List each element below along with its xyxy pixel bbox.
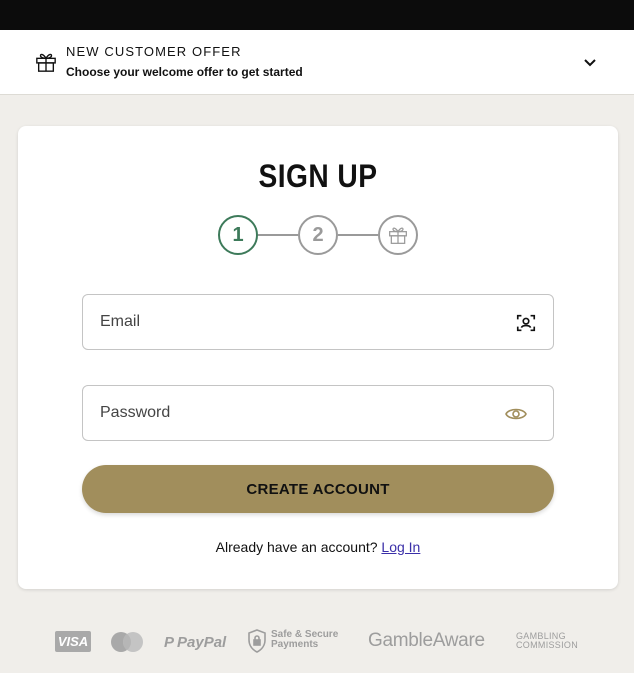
email-input[interactable] [100, 295, 500, 349]
step-connector [338, 234, 378, 236]
step-connector [258, 234, 298, 236]
top-bar [0, 0, 634, 30]
step-1: 1 [218, 215, 258, 255]
signup-card: SIGN UP 1 2 Email CREATE ACCOUNT Already… [18, 126, 618, 589]
create-account-button[interactable]: CREATE ACCOUNT [82, 465, 554, 513]
face-scan-icon[interactable] [515, 312, 537, 334]
password-field[interactable] [82, 385, 554, 441]
paypal-text: PayPal [177, 633, 227, 651]
gift-icon [36, 53, 56, 72]
chevron-down-icon[interactable] [582, 55, 598, 71]
gift-icon [389, 227, 407, 244]
visa-logo: VISA [55, 631, 91, 652]
step-2: 2 [298, 215, 338, 255]
password-input[interactable] [100, 386, 500, 440]
payment-footer: VISA P PayPal Safe & Secure Payments Gam… [0, 622, 634, 662]
login-link[interactable]: Log In [381, 539, 420, 555]
paypal-logo: P PayPal [164, 632, 226, 652]
paypal-p-icon: P [164, 633, 175, 651]
new-customer-offer-banner[interactable]: NEW CUSTOMER OFFER Choose your welcome o… [0, 30, 634, 95]
offer-text: NEW CUSTOMER OFFER Choose your welcome o… [66, 44, 303, 80]
secure-line-2: Payments [271, 639, 319, 650]
offer-title: NEW CUSTOMER OFFER [66, 44, 242, 59]
email-field[interactable] [82, 294, 554, 350]
step-3 [378, 215, 418, 255]
gambling-commission-logo: GAMBLING COMMISSION [516, 632, 578, 650]
commission-line-2: COMMISSION [516, 640, 579, 650]
shield-lock-icon [248, 629, 266, 653]
eye-icon[interactable] [504, 404, 528, 424]
signup-stepper: 1 2 [18, 215, 618, 257]
login-prompt-text: Already have an account? [215, 539, 378, 555]
offer-subtitle: Choose your welcome offer to get started [66, 65, 303, 79]
gambleaware-logo: GambleAware [368, 630, 485, 651]
secure-text: Safe & Secure Payments [271, 630, 361, 650]
mastercard-logo [111, 632, 143, 652]
login-prompt-row: Already have an account? Log In [18, 539, 618, 555]
page-title: SIGN UP [258, 158, 378, 194]
